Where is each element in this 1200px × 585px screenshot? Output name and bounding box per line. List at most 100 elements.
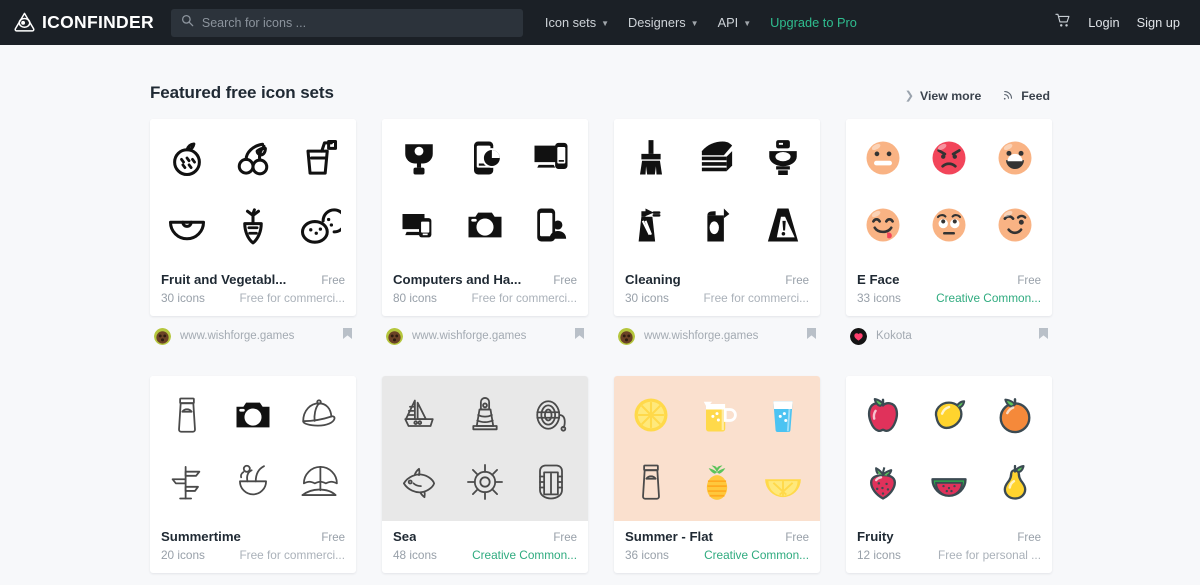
chevron-down-icon: ▼ <box>743 19 752 28</box>
price-label: Free <box>321 532 345 544</box>
icon-preview-grid[interactable] <box>150 376 356 521</box>
search-input[interactable] <box>201 15 513 30</box>
icon-set-card[interactable]: Fruity Free 12 icons Free for personal .… <box>846 376 1052 585</box>
chevron-right-icon: ❯ <box>904 90 914 102</box>
price-label: Free <box>553 532 577 544</box>
card-meta: Computers and Ha... Free 80 icons Free f… <box>382 264 588 316</box>
icon-set-card[interactable]: Computers and Ha... Free 80 icons Free f… <box>382 119 588 350</box>
card-footer: Yellowline <box>150 579 356 585</box>
icon-set-card[interactable]: Summertime Free 20 icons Free for commer… <box>150 376 356 585</box>
set-name[interactable]: Summertime <box>161 529 241 544</box>
logo[interactable]: ICONFINDER <box>14 12 154 33</box>
main-content: Featured free icon sets ❯ View more Feed <box>150 45 1052 585</box>
lighthouse-icon <box>463 393 507 437</box>
mango-icon <box>927 393 971 437</box>
winking-face-icon <box>993 203 1037 247</box>
card-meta: Fruity Free 12 icons Free for personal .… <box>846 521 1052 573</box>
sunscreen-tube-icon <box>165 393 209 437</box>
desktop-mobile-icon <box>397 203 441 247</box>
card-body[interactable]: E Face Free 33 icons Creative Common... <box>846 119 1052 316</box>
beach-umbrella-icon <box>297 460 341 504</box>
author-name[interactable]: www.wishforge.games <box>180 330 294 342</box>
price-label: Free <box>1017 532 1041 544</box>
avatar[interactable] <box>618 327 635 345</box>
license-label: Creative Common... <box>936 291 1041 305</box>
ship-wheel-icon <box>463 460 507 504</box>
card-body[interactable]: Computers and Ha... Free 80 icons Free f… <box>382 119 588 316</box>
nav-item-designers[interactable]: Designers ▼ <box>628 15 699 30</box>
icon-preview-grid[interactable] <box>382 119 588 264</box>
license-label: Free for commerci... <box>239 291 345 305</box>
signup-link[interactable]: Sign up <box>1137 15 1180 30</box>
rope-coil-icon <box>529 393 573 437</box>
nav-item-api[interactable]: API ▼ <box>718 15 752 30</box>
set-name[interactable]: Cleaning <box>625 272 681 287</box>
icon-preview-grid[interactable] <box>150 119 356 264</box>
chevron-down-icon: ▼ <box>601 19 610 28</box>
card-meta: Summer - Flat Free 36 icons Creative Com… <box>614 521 820 573</box>
yummy-face-icon <box>861 203 905 247</box>
card-body[interactable]: Fruit and Vegetabl... Free 30 icons Free… <box>150 119 356 316</box>
shopping-cart-icon[interactable] <box>1055 13 1071 33</box>
author-name[interactable]: Kokota <box>876 330 912 342</box>
author-name[interactable]: www.wishforge.games <box>412 330 526 342</box>
feed-label: Feed <box>1021 88 1050 103</box>
monitor-phone-icon <box>529 136 573 180</box>
set-name[interactable]: Fruity <box>857 529 894 544</box>
nav-label: Icon sets <box>544 15 597 30</box>
set-name[interactable]: Fruit and Vegetabl... <box>161 272 286 287</box>
set-name[interactable]: Summer - Flat <box>625 529 713 544</box>
cap-icon <box>297 393 341 437</box>
bookmark-icon[interactable] <box>574 327 585 345</box>
search-icon <box>181 14 194 32</box>
logo-text: ICONFINDER <box>42 12 154 32</box>
icon-set-card[interactable]: Summer - Flat Free 36 icons Creative Com… <box>614 376 820 585</box>
card-body[interactable]: Fruity Free 12 icons Free for personal .… <box>846 376 1052 573</box>
avatar[interactable] <box>850 327 867 345</box>
icon-set-card[interactable]: Sea Free 48 icons Creative Common... des… <box>382 376 588 585</box>
nav-item-icon-sets[interactable]: Icon sets ▼ <box>545 15 609 30</box>
card-footer: AomAm <box>846 579 1052 585</box>
icon-set-card[interactable]: Cleaning Free 30 icons Free for commerci… <box>614 119 820 350</box>
bookmark-icon[interactable] <box>1038 327 1049 345</box>
avatar[interactable] <box>386 327 403 345</box>
view-more-button[interactable]: ❯ View more <box>905 88 982 103</box>
card-body[interactable]: Summertime Free 20 icons Free for commer… <box>150 376 356 573</box>
icon-preview-grid[interactable] <box>846 376 1052 521</box>
grinning-face-icon <box>993 136 1037 180</box>
icon-preview-grid[interactable] <box>846 119 1052 264</box>
license-label: Creative Common... <box>704 548 809 562</box>
bookmark-icon[interactable] <box>342 327 353 345</box>
icon-preview-grid[interactable] <box>614 376 820 521</box>
login-link[interactable]: Login <box>1088 15 1119 30</box>
section-header: Featured free icon sets ❯ View more Feed <box>150 83 1050 103</box>
set-name[interactable]: E Face <box>857 272 900 287</box>
feed-button[interactable]: Feed <box>1003 88 1050 103</box>
author-name[interactable]: www.wishforge.games <box>644 330 758 342</box>
nav-label: API <box>717 15 739 30</box>
icon-preview-grid[interactable] <box>382 376 588 521</box>
search-box[interactable] <box>170 8 523 37</box>
nav-label: Designers <box>628 15 686 30</box>
orange-icon <box>993 393 1037 437</box>
card-body[interactable]: Summer - Flat Free 36 icons Creative Com… <box>614 376 820 573</box>
bookmark-icon[interactable] <box>806 327 817 345</box>
set-name[interactable]: Computers and Ha... <box>393 272 521 287</box>
iconfinder-eye-logo-icon <box>14 12 35 33</box>
icon-preview-grid[interactable] <box>614 119 820 264</box>
lemonade-pitcher-icon <box>695 393 739 437</box>
license-label: Free for commerci... <box>239 548 345 562</box>
folded-towels-icon <box>695 136 739 180</box>
card-body[interactable]: Cleaning Free 30 icons Free for commerci… <box>614 119 820 316</box>
card-footer: design4design <box>382 579 588 585</box>
avatar[interactable] <box>154 327 171 345</box>
strawberry-icon <box>165 136 209 180</box>
apple-icon <box>861 393 905 437</box>
icon-set-card[interactable]: Fruit and Vegetabl... Free 30 icons Free… <box>150 119 356 350</box>
set-name[interactable]: Sea <box>393 529 416 544</box>
card-body[interactable]: Sea Free 48 icons Creative Common... <box>382 376 588 573</box>
icon-count: 30 icons <box>625 291 669 305</box>
card-meta: Summertime Free 20 icons Free for commer… <box>150 521 356 573</box>
nav-item-upgrade-to-pro[interactable]: Upgrade to Pro <box>770 15 857 30</box>
icon-set-card[interactable]: E Face Free 33 icons Creative Common... … <box>846 119 1052 350</box>
